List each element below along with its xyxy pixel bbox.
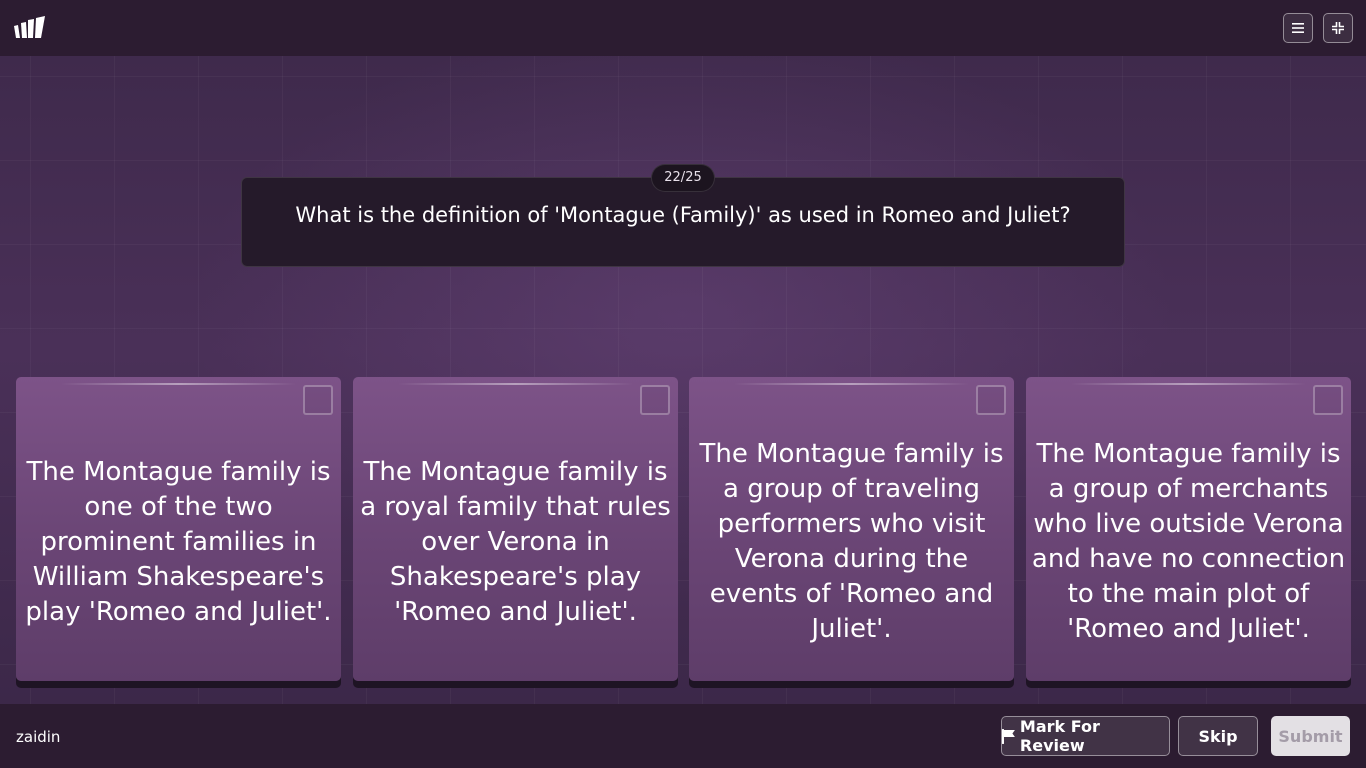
question-text: What is the definition of 'Montague (Fam… — [295, 203, 1071, 227]
option-text: The Montague family is a royal family th… — [360, 456, 671, 627]
submit-button[interactable]: Submit — [1271, 716, 1350, 756]
option-text: The Montague family is one of the two pr… — [25, 456, 332, 627]
skip-button[interactable]: Skip — [1178, 716, 1258, 756]
username: zaidin — [16, 728, 61, 746]
answer-option-2[interactable]: The Montague family is a royal family th… — [353, 377, 678, 681]
mark-for-review-label: Mark For Review — [1019, 717, 1100, 755]
quiz-stage: 22/25 What is the definition of 'Montagu… — [0, 56, 1366, 704]
option-checkbox[interactable] — [640, 385, 670, 415]
collapse-icon — [1332, 22, 1344, 34]
exit-fullscreen-button[interactable] — [1323, 13, 1353, 43]
option-checkbox[interactable] — [976, 385, 1006, 415]
option-checkbox[interactable] — [1313, 385, 1343, 415]
menu-icon — [1292, 23, 1304, 33]
answer-option-3[interactable]: The Montague family is a group of travel… — [689, 377, 1014, 681]
flag-icon — [1002, 728, 1015, 744]
answer-option-4[interactable]: The Montague family is a group of mercha… — [1026, 377, 1351, 681]
brand-logo-icon — [14, 16, 45, 38]
option-highlight — [398, 383, 633, 385]
top-bar — [0, 0, 1366, 56]
option-checkbox[interactable] — [303, 385, 333, 415]
option-highlight — [734, 383, 969, 385]
mark-for-review-button[interactable]: Mark For Review — [1001, 716, 1170, 756]
option-highlight — [1071, 383, 1306, 385]
option-highlight — [61, 383, 296, 385]
option-text: The Montague family is a group of travel… — [699, 439, 1004, 644]
menu-button[interactable] — [1283, 13, 1313, 43]
option-text: The Montague family is a group of mercha… — [1031, 439, 1346, 644]
answer-option-1[interactable]: The Montague family is one of the two pr… — [16, 377, 341, 681]
bottom-bar: zaidin Mark For Review Skip Submit — [0, 704, 1366, 768]
question-counter: 22/25 — [651, 164, 715, 192]
